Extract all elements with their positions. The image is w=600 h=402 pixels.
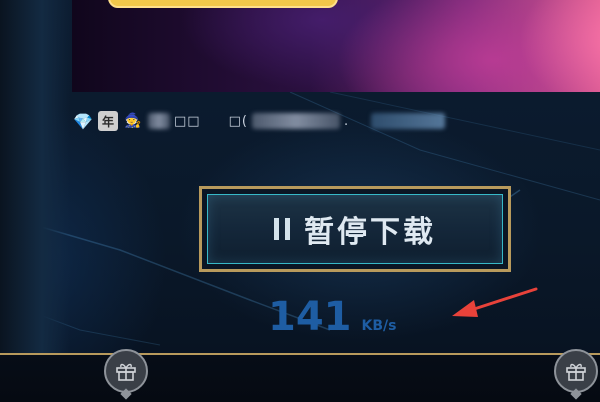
wizard-hat-icon: 🧙 (124, 113, 142, 129)
gift-button-left[interactable] (104, 349, 148, 400)
download-speed: 141 KB/s (268, 294, 396, 340)
user-info-row: 💎 年 🧙 □□ □( . (72, 108, 446, 134)
gift-icon (566, 363, 586, 381)
banner-button-edge[interactable] (108, 0, 338, 8)
character-artwork-left (0, 0, 70, 360)
hero-banner (72, 0, 600, 92)
bottom-toolbar (0, 353, 600, 402)
pause-download-button-face[interactable]: 暂停下载 (207, 194, 503, 264)
account-prefix: □( (228, 113, 248, 129)
pause-download-button[interactable]: 暂停下载 (199, 186, 511, 272)
gift-button-right[interactable] (554, 349, 598, 400)
download-speed-unit: KB/s (361, 318, 397, 334)
redacted-account-id (251, 113, 340, 129)
redacted-name-part (148, 113, 170, 129)
year-badge: 年 (98, 111, 118, 131)
pause-download-label: 暂停下载 (304, 215, 436, 250)
download-speed-value: 141 (268, 294, 352, 340)
redacted-server-info (371, 113, 446, 129)
red-arrow-annotation (452, 287, 538, 317)
diamond-icon: 💎 (73, 111, 93, 131)
account-suffix: . (343, 113, 350, 129)
user-name-fragment: □□ (174, 113, 201, 129)
pause-icon (274, 218, 290, 240)
gift-icon (116, 363, 136, 381)
